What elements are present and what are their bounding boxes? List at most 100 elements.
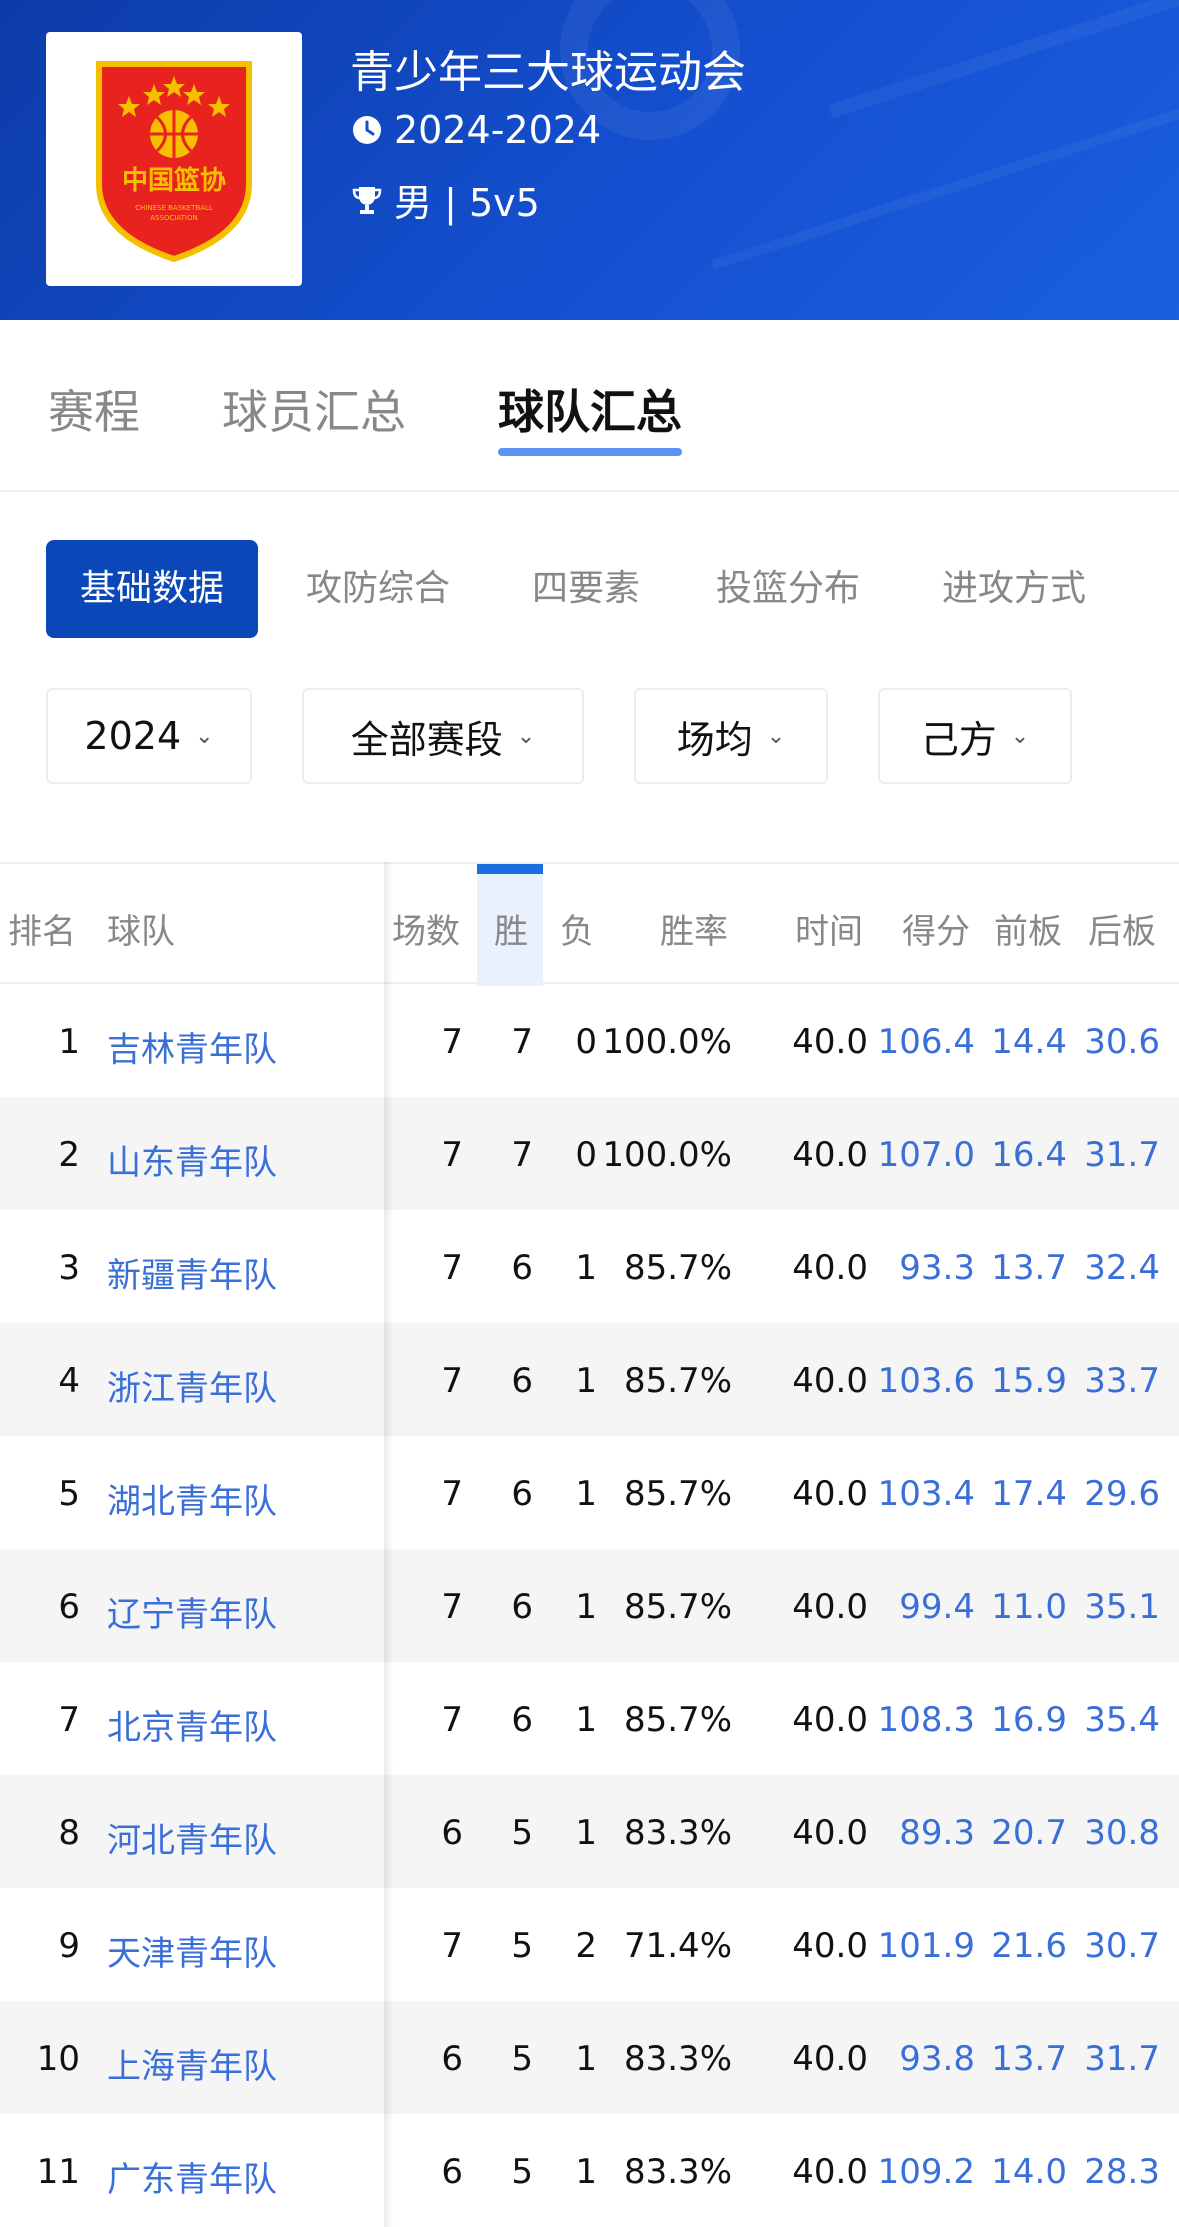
team-link[interactable]: 河北青年队 bbox=[107, 1813, 277, 1862]
subtab-offense-defense[interactable]: 攻防综合 bbox=[306, 540, 450, 638]
cell-points[interactable]: 108.3 bbox=[878, 1700, 975, 1740]
tab-team-summary[interactable]: 球队汇总 bbox=[498, 376, 682, 456]
chevron-down-icon: ⌄ bbox=[516, 723, 536, 749]
cell-losses: 2 bbox=[575, 1926, 597, 1966]
col-games[interactable]: 场数 bbox=[392, 904, 460, 953]
col-offensive-rebounds[interactable]: 前板 bbox=[994, 904, 1062, 953]
team-link[interactable]: 广东青年队 bbox=[107, 2152, 277, 2201]
cell-offensive-rebounds[interactable]: 13.7 bbox=[991, 1248, 1067, 1288]
cell-wins: 6 bbox=[511, 1361, 533, 1401]
cell-offensive-rebounds[interactable]: 16.9 bbox=[991, 1700, 1067, 1740]
cell-minutes: 40.0 bbox=[792, 2039, 868, 2079]
team-link[interactable]: 山东青年队 bbox=[107, 1135, 277, 1184]
cell-losses: 1 bbox=[575, 2152, 597, 2192]
table-row[interactable]: 11 广东青年队 6 5 1 83.3% 40.0 109.2 14.0 28.3 bbox=[0, 2114, 1179, 2227]
cell-points[interactable]: 106.4 bbox=[878, 1022, 975, 1062]
cell-offensive-rebounds[interactable]: 14.4 bbox=[991, 1022, 1067, 1062]
average-select[interactable]: 场均 ⌄ bbox=[634, 688, 828, 784]
cell-win-rate: 85.7% bbox=[623, 1361, 732, 1401]
table-row[interactable]: 7 北京青年队 7 6 1 85.7% 40.0 108.3 16.9 35.4 bbox=[0, 1662, 1179, 1775]
team-link[interactable]: 新疆青年队 bbox=[107, 1248, 277, 1297]
cell-defensive-rebounds[interactable]: 30.7 bbox=[1084, 1926, 1160, 1966]
cell-defensive-rebounds[interactable]: 30.8 bbox=[1084, 1813, 1160, 1853]
cell-points[interactable]: 101.9 bbox=[878, 1926, 975, 1966]
team-link[interactable]: 天津青年队 bbox=[107, 1926, 277, 1975]
cell-offensive-rebounds[interactable]: 17.4 bbox=[991, 1474, 1067, 1514]
cell-offensive-rebounds[interactable]: 14.0 bbox=[991, 2152, 1067, 2192]
cell-defensive-rebounds[interactable]: 33.7 bbox=[1084, 1361, 1160, 1401]
cell-points[interactable]: 103.6 bbox=[878, 1361, 975, 1401]
team-link[interactable]: 湖北青年队 bbox=[107, 1474, 277, 1523]
cell-points[interactable]: 103.4 bbox=[878, 1474, 975, 1514]
team-link[interactable]: 上海青年队 bbox=[107, 2039, 277, 2088]
subtab-offense-type[interactable]: 进攻方式 bbox=[942, 540, 1086, 638]
cell-defensive-rebounds[interactable]: 30.6 bbox=[1084, 1022, 1160, 1062]
subtab-basic-stats[interactable]: 基础数据 bbox=[46, 540, 259, 638]
cell-points[interactable]: 93.8 bbox=[899, 2039, 975, 2079]
col-losses[interactable]: 负 bbox=[560, 904, 594, 953]
team-link[interactable]: 浙江青年队 bbox=[107, 1361, 277, 1410]
category-text: 男 | 5v5 bbox=[394, 181, 540, 225]
cell-rank: 11 bbox=[36, 2152, 80, 2192]
cell-defensive-rebounds[interactable]: 35.1 bbox=[1084, 1587, 1160, 1627]
col-defensive-rebounds[interactable]: 后板 bbox=[1088, 904, 1156, 953]
subtab-four-factors[interactable]: 四要素 bbox=[532, 540, 640, 638]
table-row[interactable]: 10 上海青年队 6 5 1 83.3% 40.0 93.8 13.7 31.7 bbox=[0, 2001, 1179, 2114]
cell-points[interactable]: 89.3 bbox=[899, 1813, 975, 1853]
col-wins[interactable]: 胜 bbox=[494, 904, 528, 953]
cell-wins: 6 bbox=[511, 1700, 533, 1740]
table-row[interactable]: 2 山东青年队 7 7 0 100.0% 40.0 107.0 16.4 31.7 bbox=[0, 1097, 1179, 1210]
cell-defensive-rebounds[interactable]: 29.6 bbox=[1084, 1474, 1160, 1514]
cell-defensive-rebounds[interactable]: 31.7 bbox=[1084, 1135, 1160, 1175]
cell-offensive-rebounds[interactable]: 20.7 bbox=[991, 1813, 1067, 1853]
cell-points[interactable]: 93.3 bbox=[899, 1248, 975, 1288]
cell-games: 6 bbox=[441, 1813, 463, 1853]
cell-wins: 5 bbox=[511, 2039, 533, 2079]
cell-rank: 7 bbox=[58, 1700, 80, 1740]
cell-points[interactable]: 109.2 bbox=[878, 2152, 975, 2192]
team-link[interactable]: 北京青年队 bbox=[107, 1700, 277, 1749]
sort-indicator bbox=[477, 864, 543, 874]
cell-points[interactable]: 99.4 bbox=[899, 1587, 975, 1627]
cell-offensive-rebounds[interactable]: 15.9 bbox=[991, 1361, 1067, 1401]
cell-offensive-rebounds[interactable]: 13.7 bbox=[991, 2039, 1067, 2079]
table-row[interactable]: 4 浙江青年队 7 6 1 85.7% 40.0 103.6 15.9 33.7 bbox=[0, 1323, 1179, 1436]
cell-rank: 10 bbox=[36, 2039, 80, 2079]
cell-wins: 5 bbox=[511, 2152, 533, 2192]
table-row[interactable]: 6 辽宁青年队 7 6 1 85.7% 40.0 99.4 11.0 35.1 bbox=[0, 1549, 1179, 1662]
cell-defensive-rebounds[interactable]: 32.4 bbox=[1084, 1248, 1160, 1288]
col-points[interactable]: 得分 bbox=[902, 904, 970, 953]
subtab-shot-distribution[interactable]: 投篮分布 bbox=[716, 540, 860, 638]
cell-offensive-rebounds[interactable]: 16.4 bbox=[991, 1135, 1067, 1175]
col-team[interactable]: 球队 bbox=[107, 904, 175, 953]
cell-wins: 7 bbox=[511, 1022, 533, 1062]
cell-minutes: 40.0 bbox=[792, 1700, 868, 1740]
col-win-rate[interactable]: 胜率 bbox=[660, 904, 728, 953]
cell-points[interactable]: 107.0 bbox=[878, 1135, 975, 1175]
col-rank[interactable]: 排名 bbox=[8, 904, 76, 953]
cell-offensive-rebounds[interactable]: 11.0 bbox=[991, 1587, 1067, 1627]
active-tab-underline bbox=[498, 448, 682, 456]
cell-defensive-rebounds[interactable]: 35.4 bbox=[1084, 1700, 1160, 1740]
table-row[interactable]: 5 湖北青年队 7 6 1 85.7% 40.0 103.4 17.4 29.6 bbox=[0, 1436, 1179, 1549]
col-minutes[interactable]: 时间 bbox=[795, 904, 863, 953]
tab-schedule[interactable]: 赛程 bbox=[48, 376, 140, 442]
cell-defensive-rebounds[interactable]: 31.7 bbox=[1084, 2039, 1160, 2079]
table-row[interactable]: 3 新疆青年队 7 6 1 85.7% 40.0 93.3 13.7 32.4 bbox=[0, 1210, 1179, 1323]
cell-defensive-rebounds[interactable]: 28.3 bbox=[1084, 2152, 1160, 2192]
stage-select[interactable]: 全部赛段 ⌄ bbox=[302, 688, 584, 784]
table-row[interactable]: 1 吉林青年队 7 7 0 100.0% 40.0 106.4 14.4 30.6 bbox=[0, 984, 1179, 1097]
table-row[interactable]: 8 河北青年队 6 5 1 83.3% 40.0 89.3 20.7 30.8 bbox=[0, 1775, 1179, 1888]
team-stats-table: 排名 球队 场数 胜 负 胜率 时间 得分 前板 后板 1 吉林青年队 7 7 0 100… bbox=[0, 862, 1179, 2227]
cell-games: 7 bbox=[441, 1700, 463, 1740]
team-link[interactable]: 吉林青年队 bbox=[107, 1022, 277, 1071]
team-link[interactable]: 辽宁青年队 bbox=[107, 1587, 277, 1636]
side-select[interactable]: 己方 ⌄ bbox=[878, 688, 1072, 784]
cell-win-rate: 85.7% bbox=[623, 1587, 732, 1627]
table-row[interactable]: 9 天津青年队 7 5 2 71.4% 40.0 101.9 21.6 30.7 bbox=[0, 1888, 1179, 2001]
cell-wins: 6 bbox=[511, 1587, 533, 1627]
tab-player-summary[interactable]: 球员汇总 bbox=[222, 376, 406, 442]
cell-minutes: 40.0 bbox=[792, 1474, 868, 1514]
season-select[interactable]: 2024 ⌄ bbox=[46, 688, 252, 784]
cell-offensive-rebounds[interactable]: 21.6 bbox=[991, 1926, 1067, 1966]
